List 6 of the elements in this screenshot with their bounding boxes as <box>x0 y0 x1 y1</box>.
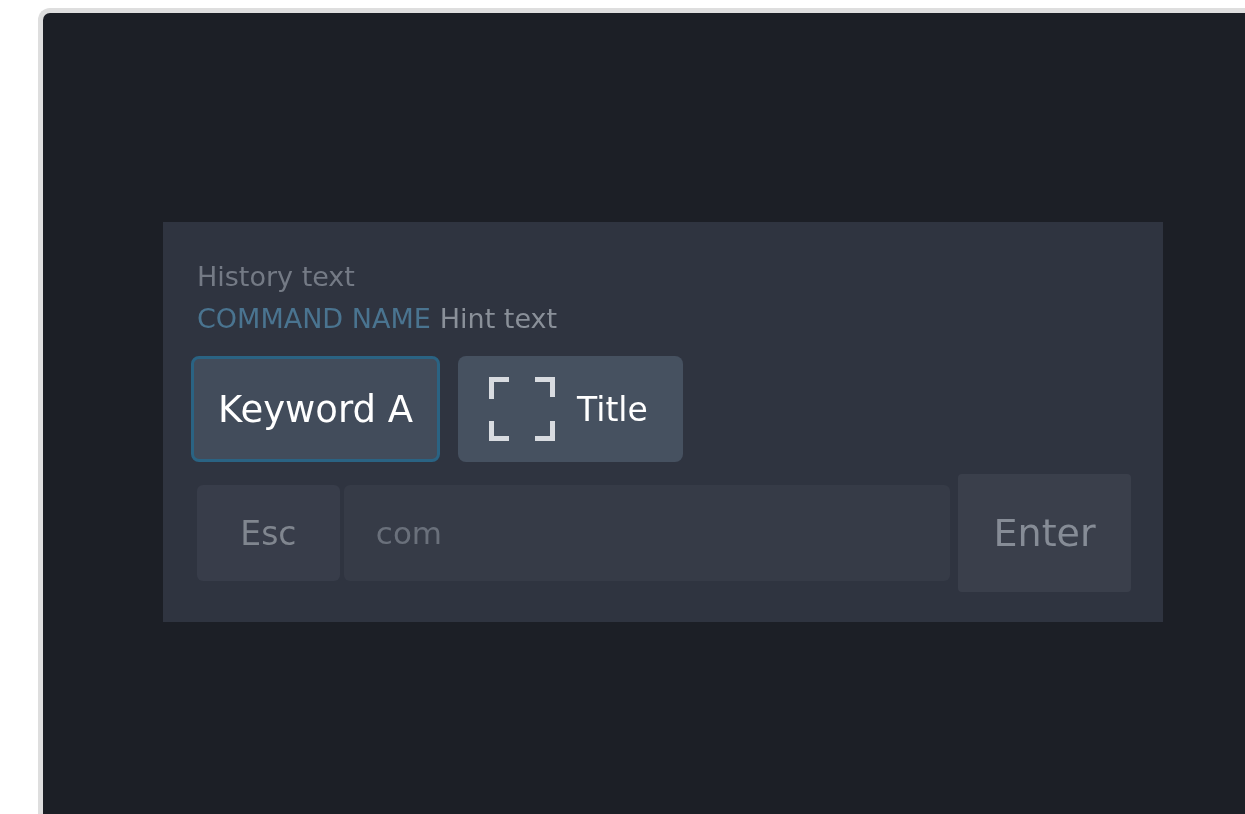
command-name: COMMAND NAME <box>197 303 431 334</box>
title-button[interactable]: Title <box>458 356 683 462</box>
hint-text: Hint text <box>439 303 558 334</box>
history-text: History text <box>197 260 356 294</box>
focus-frame-icon <box>489 377 556 441</box>
keyword-button[interactable]: Keyword A <box>191 356 441 462</box>
